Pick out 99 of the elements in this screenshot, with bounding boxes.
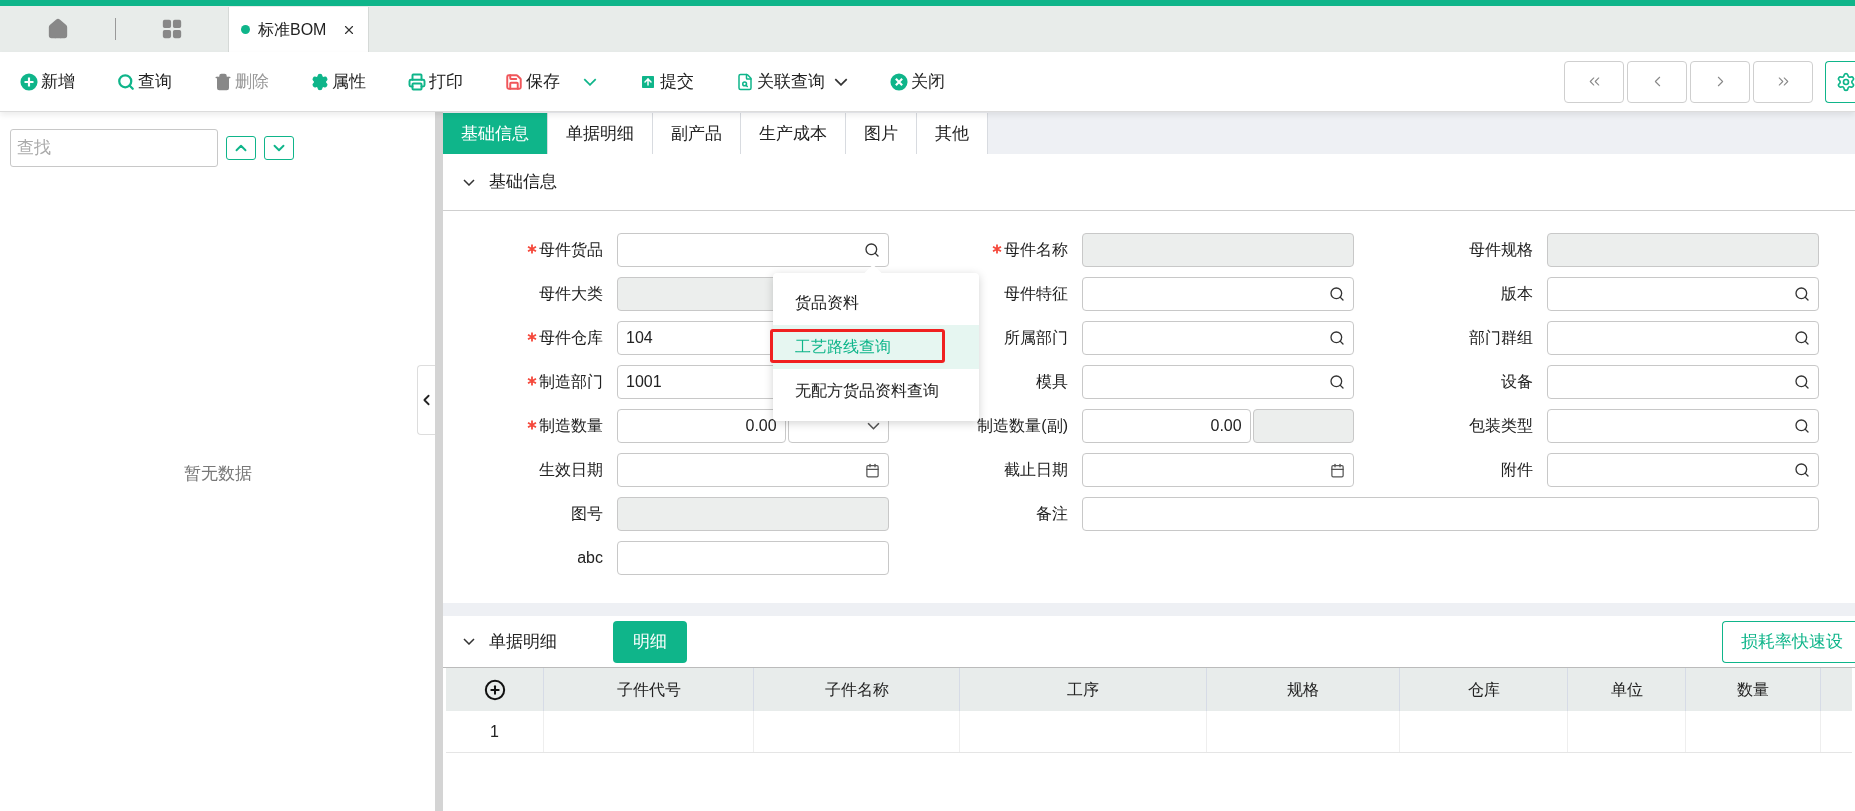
row-number: 1: [446, 711, 544, 752]
section-tab[interactable]: 图片: [846, 113, 917, 154]
search-icon: [1794, 374, 1810, 390]
column-header: 子件名称: [754, 668, 960, 711]
trash-icon: [214, 72, 232, 91]
close-icon: [890, 72, 908, 91]
search-icon: [1329, 374, 1345, 390]
lookup-field[interactable]: [1082, 321, 1354, 355]
lookup-field[interactable]: [1082, 365, 1354, 399]
field-label: 制造数量: [539, 416, 603, 436]
lookup-field[interactable]: [1547, 409, 1819, 443]
search-icon: [1794, 286, 1810, 302]
number-field[interactable]: 0.00: [1082, 409, 1251, 443]
column-header: 工序: [960, 668, 1207, 711]
field-label: 版本: [1501, 284, 1533, 304]
section-title: 基础信息: [489, 171, 557, 194]
grid-icon[interactable]: [161, 18, 183, 40]
chevron-down-icon[interactable]: [463, 638, 475, 645]
field-label: 模具: [1036, 372, 1068, 392]
settings-button[interactable]: [1825, 60, 1855, 103]
column-header: 仓库: [1400, 668, 1568, 711]
add-row-icon[interactable]: [483, 678, 506, 701]
printer-icon: [408, 72, 426, 91]
field-label: 截止日期: [1004, 460, 1068, 480]
toolbar-button[interactable]: 打印: [408, 61, 463, 102]
field-label: 母件特征: [1004, 284, 1068, 304]
text-field[interactable]: [1082, 497, 1819, 531]
field-label: 母件名称: [1004, 240, 1068, 260]
chevron-down-icon: [867, 422, 880, 430]
section-title: 单据明细: [489, 630, 557, 653]
column-header: 单位: [1568, 668, 1686, 711]
chevron-down-icon: [834, 77, 848, 86]
column-header: 规格: [1207, 668, 1400, 711]
field-label: 部门群组: [1469, 328, 1533, 348]
add-icon: [20, 72, 38, 91]
document-search-icon: [736, 72, 754, 91]
toolbar-button[interactable]: 属性: [311, 61, 366, 102]
move-up-button[interactable]: [226, 136, 256, 160]
pager-button[interactable]: [1690, 60, 1750, 103]
search-icon: [1329, 330, 1345, 346]
collapse-handle[interactable]: [417, 365, 435, 435]
lookup-field[interactable]: [1547, 321, 1819, 355]
pager-button[interactable]: [1753, 60, 1813, 103]
document-tab[interactable]: 标准BOM: [228, 7, 370, 52]
field-label: 制造部门: [539, 372, 603, 392]
search-icon: [117, 72, 135, 91]
settings-icon: [1836, 71, 1855, 92]
field-label: 附件: [1501, 460, 1533, 480]
search-icon: [864, 242, 880, 258]
empty-message: 暂无数据: [183, 463, 252, 486]
section-tab[interactable]: 单据明细: [548, 113, 653, 154]
text-field[interactable]: [617, 541, 889, 575]
field-label: 图号: [571, 504, 603, 524]
toolbar-button[interactable]: 关闭: [890, 61, 945, 102]
date-field[interactable]: [1082, 453, 1354, 487]
home-icon[interactable]: [46, 18, 69, 40]
field-value: 1001: [626, 373, 662, 390]
calendar-icon: [1330, 462, 1345, 478]
field-label: 母件货品: [539, 240, 603, 260]
field-label: 所属部门: [1004, 328, 1068, 348]
section-tab[interactable]: 副产品: [653, 113, 741, 154]
field-label: abc: [577, 548, 603, 568]
lookup-field[interactable]: [1547, 365, 1819, 399]
search-icon: [1329, 286, 1345, 302]
section-tab[interactable]: 其他: [917, 113, 988, 154]
search-icon: [1794, 462, 1810, 478]
chevron-down-icon: [583, 77, 597, 86]
toolbar-button[interactable]: 新增: [20, 61, 75, 102]
field-value: 104: [626, 329, 653, 346]
lookup-field[interactable]: [1082, 277, 1354, 311]
field-label: 生效日期: [539, 460, 603, 480]
field-label: 包装类型: [1469, 416, 1533, 436]
lookup-field[interactable]: [1547, 453, 1819, 487]
number-field[interactable]: 0.00: [617, 409, 786, 443]
toolbar-button[interactable]: 查询: [117, 61, 172, 102]
calendar-icon: [865, 462, 880, 478]
column-header: 子件代号: [544, 668, 754, 711]
field-label: 设备: [1501, 372, 1533, 392]
field-label: 母件规格: [1469, 240, 1533, 260]
field-label: 母件仓库: [539, 328, 603, 348]
field-label: 备注: [1036, 504, 1068, 524]
toolbar-button[interactable]: 提交: [639, 61, 694, 102]
pager-button[interactable]: [1627, 60, 1687, 103]
toolbar-button[interactable]: 保存: [505, 61, 597, 102]
search-icon: [1794, 330, 1810, 346]
date-field[interactable]: [617, 453, 889, 487]
gear-icon: [311, 72, 329, 91]
section-tab[interactable]: 生产成本: [741, 113, 846, 154]
field-label: 制造数量(副): [977, 416, 1068, 436]
field-label: 母件大类: [539, 284, 603, 304]
pager-button[interactable]: [1564, 60, 1624, 103]
chevron-down-icon[interactable]: [463, 178, 475, 186]
search-icon: [1794, 418, 1810, 434]
lookup-field[interactable]: [1547, 277, 1819, 311]
move-down-button[interactable]: [264, 136, 294, 160]
toolbar-button[interactable]: 关联查询: [736, 61, 848, 102]
lookup-field[interactable]: [617, 233, 889, 267]
search-field[interactable]: 查找: [10, 129, 218, 167]
column-header: 数量: [1686, 668, 1821, 711]
